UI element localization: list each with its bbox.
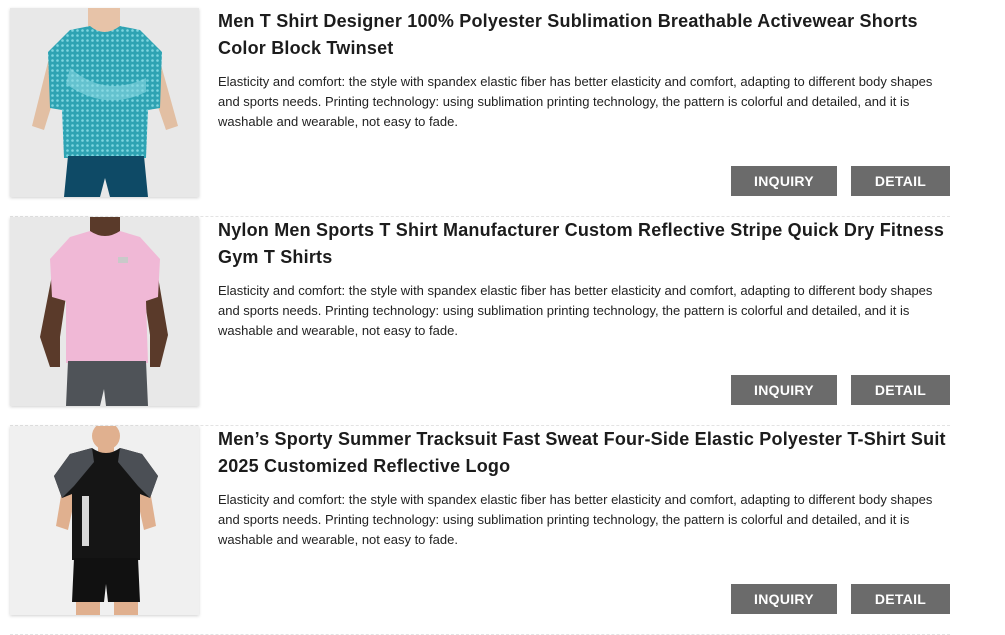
- product-item: Men T Shirt Designer 100% Polyester Subl…: [10, 8, 950, 217]
- teal-tshirt-illustration: [10, 8, 199, 197]
- product-content: Nylon Men Sports T Shirt Manufacturer Cu…: [218, 217, 950, 341]
- product-actions: INQUIRY DETAIL: [731, 375, 950, 405]
- product-description: Elasticity and comfort: the style with s…: [218, 74, 933, 129]
- detail-button[interactable]: DETAIL: [851, 375, 950, 405]
- product-title[interactable]: Men T Shirt Designer 100% Polyester Subl…: [218, 8, 950, 62]
- product-description: Elasticity and comfort: the style with s…: [218, 283, 933, 338]
- product-actions: INQUIRY DETAIL: [731, 584, 950, 614]
- inquiry-button[interactable]: INQUIRY: [731, 166, 837, 196]
- inquiry-button[interactable]: INQUIRY: [731, 375, 837, 405]
- detail-button[interactable]: DETAIL: [851, 584, 950, 614]
- product-list: Men T Shirt Designer 100% Polyester Subl…: [10, 8, 950, 635]
- product-item: Nylon Men Sports T Shirt Manufacturer Cu…: [10, 217, 950, 426]
- detail-button[interactable]: DETAIL: [851, 166, 950, 196]
- product-title[interactable]: Men’s Sporty Summer Tracksuit Fast Sweat…: [218, 426, 950, 480]
- product-title[interactable]: Nylon Men Sports T Shirt Manufacturer Cu…: [218, 217, 950, 271]
- black-tracksuit-illustration: [10, 426, 199, 615]
- pink-tshirt-illustration: [10, 217, 199, 406]
- product-content: Men T Shirt Designer 100% Polyester Subl…: [218, 8, 950, 132]
- product-image-teal-tshirt[interactable]: [10, 8, 199, 197]
- product-image-pink-tshirt[interactable]: [10, 217, 199, 406]
- product-content: Men’s Sporty Summer Tracksuit Fast Sweat…: [218, 426, 950, 550]
- product-actions: INQUIRY DETAIL: [731, 166, 950, 196]
- product-image-black-tracksuit[interactable]: [10, 426, 199, 615]
- product-description: Elasticity and comfort: the style with s…: [218, 492, 933, 547]
- inquiry-button[interactable]: INQUIRY: [731, 584, 837, 614]
- product-item: Men’s Sporty Summer Tracksuit Fast Sweat…: [10, 426, 950, 635]
